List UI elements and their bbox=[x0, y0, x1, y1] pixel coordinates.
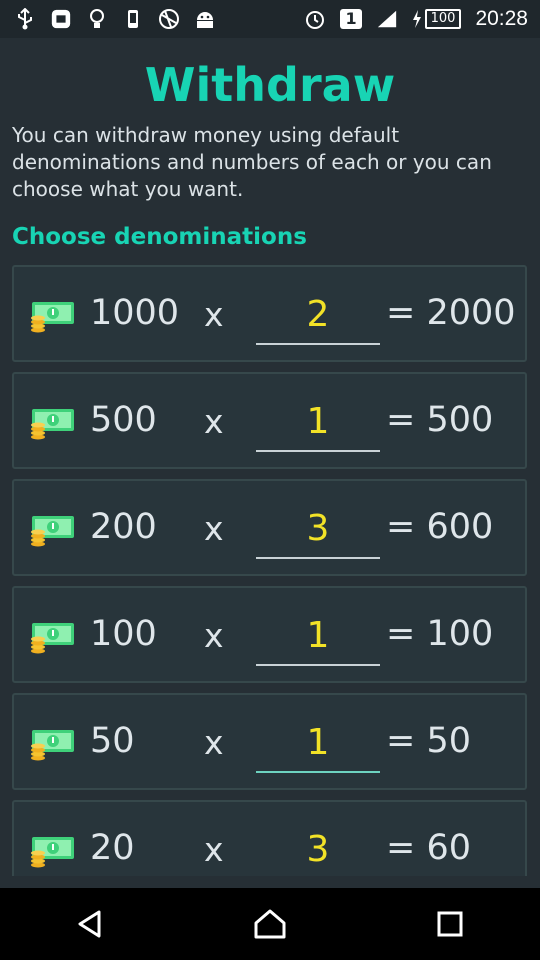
status-bar: 1 100 20:28 bbox=[0, 0, 540, 38]
money-icon bbox=[31, 730, 74, 761]
denomination-row: 100 x = 100 bbox=[12, 586, 527, 683]
status-icons-left bbox=[14, 8, 216, 30]
multiply-sign: x bbox=[204, 295, 224, 334]
battery-level: 100 bbox=[424, 9, 462, 29]
denomination-row: 500 x = 500 bbox=[12, 372, 527, 469]
alarm-icon bbox=[304, 8, 326, 30]
money-icon bbox=[31, 409, 74, 440]
clock: 20:28 bbox=[475, 7, 528, 30]
multiply-sign: x bbox=[204, 402, 224, 441]
money-icon bbox=[31, 837, 74, 868]
quantity-input-focused[interactable] bbox=[256, 713, 380, 773]
battery-indicator: 100 bbox=[412, 9, 462, 29]
navigation-bar bbox=[0, 888, 540, 960]
quantity-input[interactable] bbox=[256, 285, 380, 345]
denomination-value: 500 bbox=[90, 400, 157, 440]
quantity-input[interactable] bbox=[256, 392, 380, 452]
multiply-sign: x bbox=[204, 830, 224, 869]
back-button[interactable] bbox=[60, 894, 120, 954]
quantity-input[interactable] bbox=[256, 820, 380, 876]
row-total: = 600 bbox=[386, 507, 494, 547]
denomination-value: 200 bbox=[90, 507, 157, 547]
denomination-value: 1000 bbox=[90, 293, 180, 333]
money-icon bbox=[31, 516, 74, 547]
home-icon bbox=[254, 909, 286, 939]
status-icons-right: 1 100 20:28 bbox=[304, 7, 528, 31]
row-total: = 100 bbox=[386, 614, 494, 654]
ball-icon bbox=[158, 8, 180, 30]
vibrate-icon bbox=[122, 8, 144, 30]
quantity-input[interactable] bbox=[256, 499, 380, 559]
denomination-row: 50 x = 50 bbox=[12, 693, 527, 790]
denomination-row: 20 x = 60 bbox=[12, 800, 527, 876]
page-title: Withdraw bbox=[144, 58, 396, 112]
denomination-value: 50 bbox=[90, 721, 135, 761]
denomination-row: 200 x = 600 bbox=[12, 479, 527, 576]
usb-icon bbox=[14, 8, 36, 30]
bulb-icon bbox=[86, 8, 108, 30]
multiply-sign: x bbox=[204, 616, 224, 655]
multiply-sign: x bbox=[204, 509, 224, 548]
sim-icon bbox=[50, 8, 72, 30]
money-icon bbox=[31, 302, 74, 333]
row-total: = 50 bbox=[386, 721, 471, 761]
notification-badge: 1 bbox=[340, 9, 362, 29]
denomination-row: 1000 x = 2000 bbox=[12, 265, 527, 362]
multiply-sign: x bbox=[204, 723, 224, 762]
quantity-input[interactable] bbox=[256, 606, 380, 666]
back-icon bbox=[78, 910, 101, 938]
charging-icon bbox=[412, 10, 421, 28]
money-icon bbox=[31, 623, 74, 654]
signal-icon bbox=[376, 8, 398, 30]
home-button[interactable] bbox=[240, 894, 300, 954]
recents-icon bbox=[437, 911, 463, 937]
android-icon bbox=[194, 8, 216, 30]
section-title: Choose denominations bbox=[12, 224, 307, 250]
row-total: = 2000 bbox=[386, 293, 516, 333]
page-description: You can withdraw money using default den… bbox=[12, 123, 492, 201]
denomination-value: 100 bbox=[90, 614, 157, 654]
denomination-value: 20 bbox=[90, 828, 135, 868]
row-total: = 500 bbox=[386, 400, 494, 440]
recents-button[interactable] bbox=[420, 894, 480, 954]
row-total: = 60 bbox=[386, 828, 471, 868]
withdraw-screen: Withdraw You can withdraw money using de… bbox=[0, 38, 540, 876]
